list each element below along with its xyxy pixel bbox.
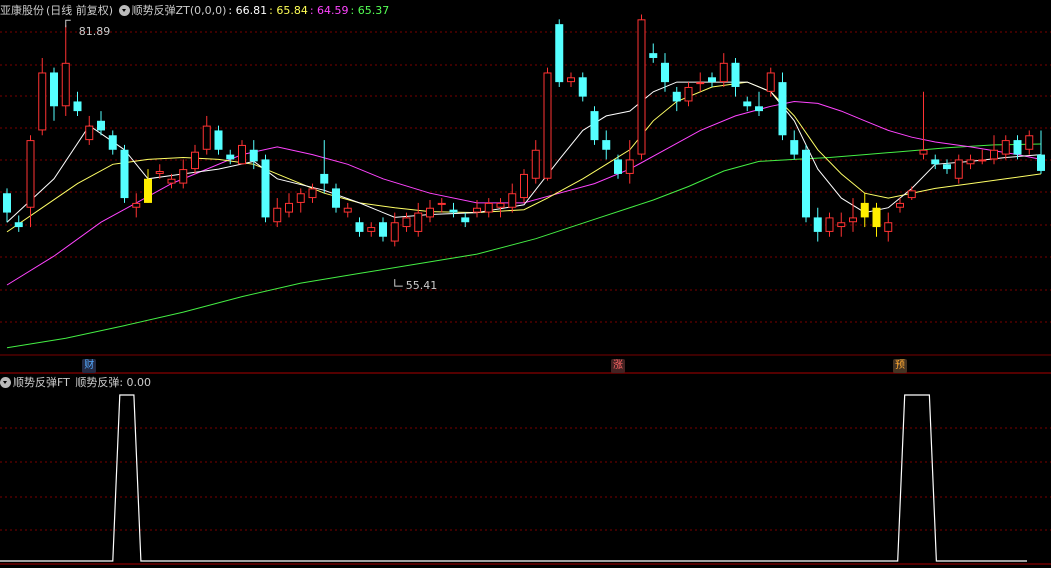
candle-body[interactable] bbox=[743, 101, 752, 107]
low-marker-line bbox=[394, 279, 403, 287]
candle-body[interactable] bbox=[484, 202, 493, 213]
candle-body[interactable] bbox=[273, 207, 282, 223]
candle-body[interactable] bbox=[614, 159, 622, 174]
candle-body[interactable] bbox=[578, 77, 587, 97]
event-badge[interactable]: 涨 bbox=[611, 359, 625, 373]
candle-body[interactable] bbox=[473, 207, 481, 213]
candle-body[interactable] bbox=[884, 222, 893, 232]
candle-body[interactable] bbox=[719, 62, 728, 83]
candle-body[interactable] bbox=[355, 222, 364, 232]
candle-body[interactable] bbox=[496, 202, 505, 208]
candle-body[interactable] bbox=[755, 106, 763, 112]
candle-body[interactable] bbox=[520, 173, 528, 199]
candle-body[interactable] bbox=[238, 144, 246, 165]
candle-body[interactable] bbox=[872, 207, 881, 228]
candle-body[interactable] bbox=[343, 207, 352, 213]
candle-body[interactable] bbox=[625, 159, 634, 174]
candle-body[interactable] bbox=[226, 154, 235, 160]
candle-body[interactable] bbox=[3, 193, 11, 213]
candle-body[interactable] bbox=[379, 222, 387, 237]
high-annotation: 81.89 bbox=[78, 25, 111, 39]
candle-body[interactable] bbox=[684, 86, 693, 102]
candle-body[interactable] bbox=[919, 149, 928, 155]
candle-body[interactable] bbox=[120, 149, 129, 199]
candle-body[interactable] bbox=[590, 111, 599, 141]
candle-body[interactable] bbox=[696, 82, 705, 85]
chart-canvas[interactable] bbox=[0, 0, 1051, 568]
candle-body[interactable] bbox=[731, 62, 740, 87]
candle-body[interactable] bbox=[38, 72, 47, 131]
candle-body[interactable] bbox=[966, 159, 975, 165]
signal-pulse-line bbox=[0, 394, 1027, 562]
ma-mid-line bbox=[6, 81, 1042, 233]
candle-body[interactable] bbox=[155, 171, 164, 174]
candle-body[interactable] bbox=[179, 169, 188, 184]
candle-body[interactable] bbox=[26, 140, 35, 208]
candle-body[interactable] bbox=[860, 202, 869, 218]
candle-body[interactable] bbox=[849, 217, 857, 223]
candle-body[interactable] bbox=[449, 209, 458, 213]
candle-body[interactable] bbox=[14, 222, 23, 228]
candle-body[interactable] bbox=[990, 149, 998, 160]
candle-body[interactable] bbox=[367, 227, 376, 232]
candle-body[interactable] bbox=[167, 178, 176, 184]
candle-body[interactable] bbox=[766, 72, 775, 92]
candle-body[interactable] bbox=[85, 125, 94, 141]
candle-body[interactable] bbox=[144, 178, 152, 203]
candle-body[interactable] bbox=[61, 62, 70, 107]
candle-body[interactable] bbox=[954, 159, 963, 179]
candle-body[interactable] bbox=[308, 188, 317, 199]
candle-body[interactable] bbox=[978, 159, 987, 162]
candle-body[interactable] bbox=[414, 212, 423, 232]
candle-body[interactable] bbox=[813, 217, 822, 232]
candle-body[interactable] bbox=[461, 217, 470, 223]
candle-body[interactable] bbox=[191, 151, 199, 170]
candle-body[interactable] bbox=[661, 62, 669, 83]
candle-body[interactable] bbox=[296, 193, 305, 203]
event-badge[interactable]: 预 bbox=[893, 359, 907, 373]
candle-body[interactable] bbox=[108, 135, 117, 150]
candle-body[interactable] bbox=[837, 222, 846, 228]
candle-body[interactable] bbox=[249, 149, 258, 162]
candle-body[interactable] bbox=[602, 140, 611, 150]
candle-body[interactable] bbox=[132, 202, 141, 208]
candle-body[interactable] bbox=[543, 72, 552, 179]
event-badge[interactable]: 财 bbox=[82, 359, 97, 373]
candle-body[interactable] bbox=[825, 217, 834, 232]
candle-body[interactable] bbox=[320, 173, 329, 184]
candle-body[interactable] bbox=[567, 77, 575, 83]
candle-body[interactable] bbox=[508, 193, 517, 208]
high-marker-line bbox=[65, 19, 71, 28]
candle-body[interactable] bbox=[802, 149, 810, 218]
candle-body[interactable] bbox=[426, 207, 434, 218]
candle-body[interactable] bbox=[637, 19, 646, 155]
candle-body[interactable] bbox=[778, 82, 787, 136]
candle-body[interactable] bbox=[73, 101, 82, 112]
candle-body[interactable] bbox=[402, 217, 411, 228]
candle-body[interactable] bbox=[649, 53, 658, 58]
candle-body[interactable] bbox=[1037, 154, 1045, 171]
candle-body[interactable] bbox=[97, 120, 105, 131]
candle-body[interactable] bbox=[943, 164, 951, 170]
candle-body[interactable] bbox=[285, 202, 293, 213]
candle-body[interactable] bbox=[1025, 135, 1034, 150]
candle-body[interactable] bbox=[790, 140, 799, 155]
candle-body[interactable] bbox=[1013, 140, 1022, 155]
candle-body[interactable] bbox=[896, 202, 904, 208]
candle-body[interactable] bbox=[672, 91, 681, 102]
candle-body[interactable] bbox=[931, 159, 940, 165]
candle-body[interactable] bbox=[50, 72, 58, 107]
candle-body[interactable] bbox=[214, 130, 223, 150]
candle-body[interactable] bbox=[708, 77, 716, 83]
candle-body[interactable] bbox=[202, 125, 211, 150]
candle-body[interactable] bbox=[531, 149, 540, 179]
low-annotation: 55.41 bbox=[405, 279, 438, 293]
candle-body[interactable] bbox=[332, 188, 340, 208]
candle-body[interactable] bbox=[1001, 140, 1010, 155]
candle-body[interactable] bbox=[261, 159, 270, 218]
candle-body[interactable] bbox=[390, 222, 399, 242]
candle-body[interactable] bbox=[555, 24, 564, 83]
candle-body[interactable] bbox=[437, 202, 446, 205]
candle-body[interactable] bbox=[907, 190, 916, 199]
